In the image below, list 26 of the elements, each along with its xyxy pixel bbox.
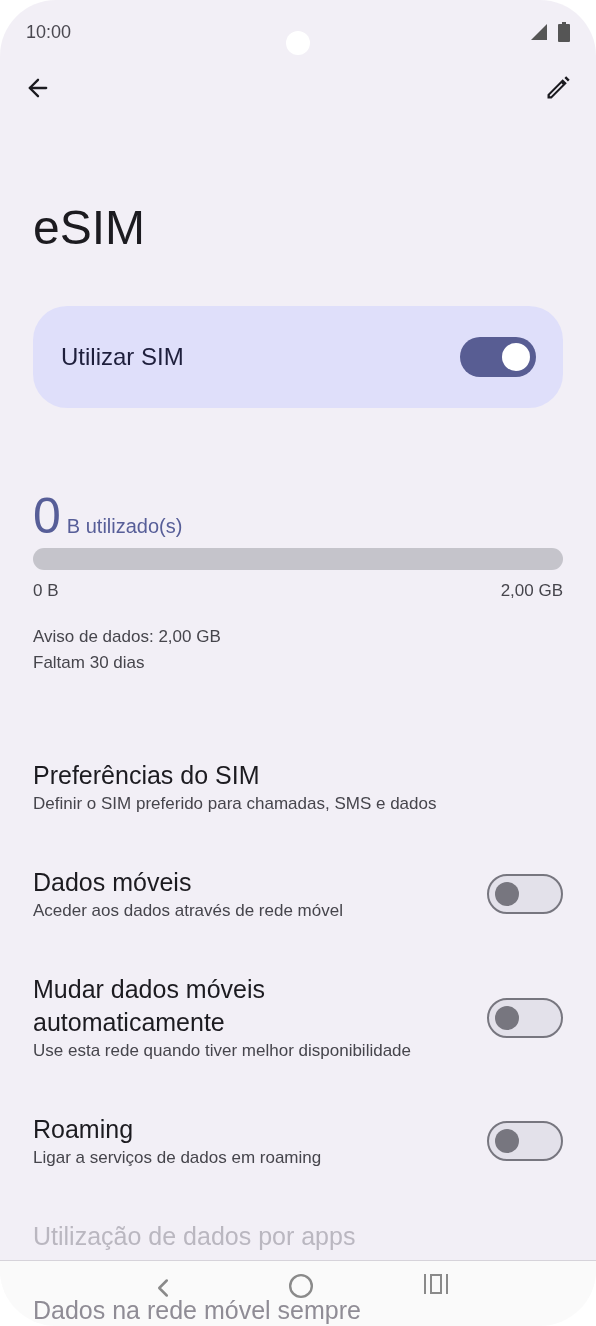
setting-subtitle: Definir o SIM preferido para chamadas, SMS e dados (33, 792, 437, 815)
battery-icon (558, 22, 570, 42)
setting-subtitle: Ligar a serviços de dados em roaming (33, 1146, 322, 1169)
days-remaining: Faltam 30 dias (33, 651, 146, 674)
use-sim-label: Utilizar SIM (61, 342, 184, 372)
data-warning: Aviso de dados: 2,00 GB (33, 625, 222, 648)
toggle-switch[interactable] (487, 1121, 563, 1161)
status-time: 10:00 (26, 20, 72, 44)
setting-subtitle: Aceder aos dados através de rede móvel (33, 899, 343, 922)
page-title: eSIM (32, 200, 147, 256)
toggle-switch[interactable] (460, 337, 536, 377)
toggle-switch[interactable] (487, 874, 563, 914)
home-icon[interactable] (288, 1273, 314, 1299)
toggle-switch[interactable] (487, 997, 563, 1038)
usage-amount: 0 (33, 488, 61, 544)
signal-icon (530, 23, 548, 41)
setting-title[interactable]: Preferências do SIM (33, 758, 433, 792)
setting-title[interactable]: Roaming (33, 1112, 322, 1146)
recent-apps-icon[interactable] (424, 1273, 448, 1295)
setting-title[interactable]: Dados móveis (33, 865, 343, 899)
usage-min-label: 0 B (33, 580, 59, 602)
setting-title[interactable]: Mudar dados móveis automaticamente (33, 972, 433, 1039)
usage-unit: B utilizado(s) (66, 514, 183, 539)
usage-max-label: 2,00 GB (500, 580, 563, 602)
setting-subtitle: Use esta rede quando tiver melhor disponibilidade (33, 1039, 412, 1062)
use-sim-card[interactable]: Utilizar SIM (33, 306, 563, 408)
